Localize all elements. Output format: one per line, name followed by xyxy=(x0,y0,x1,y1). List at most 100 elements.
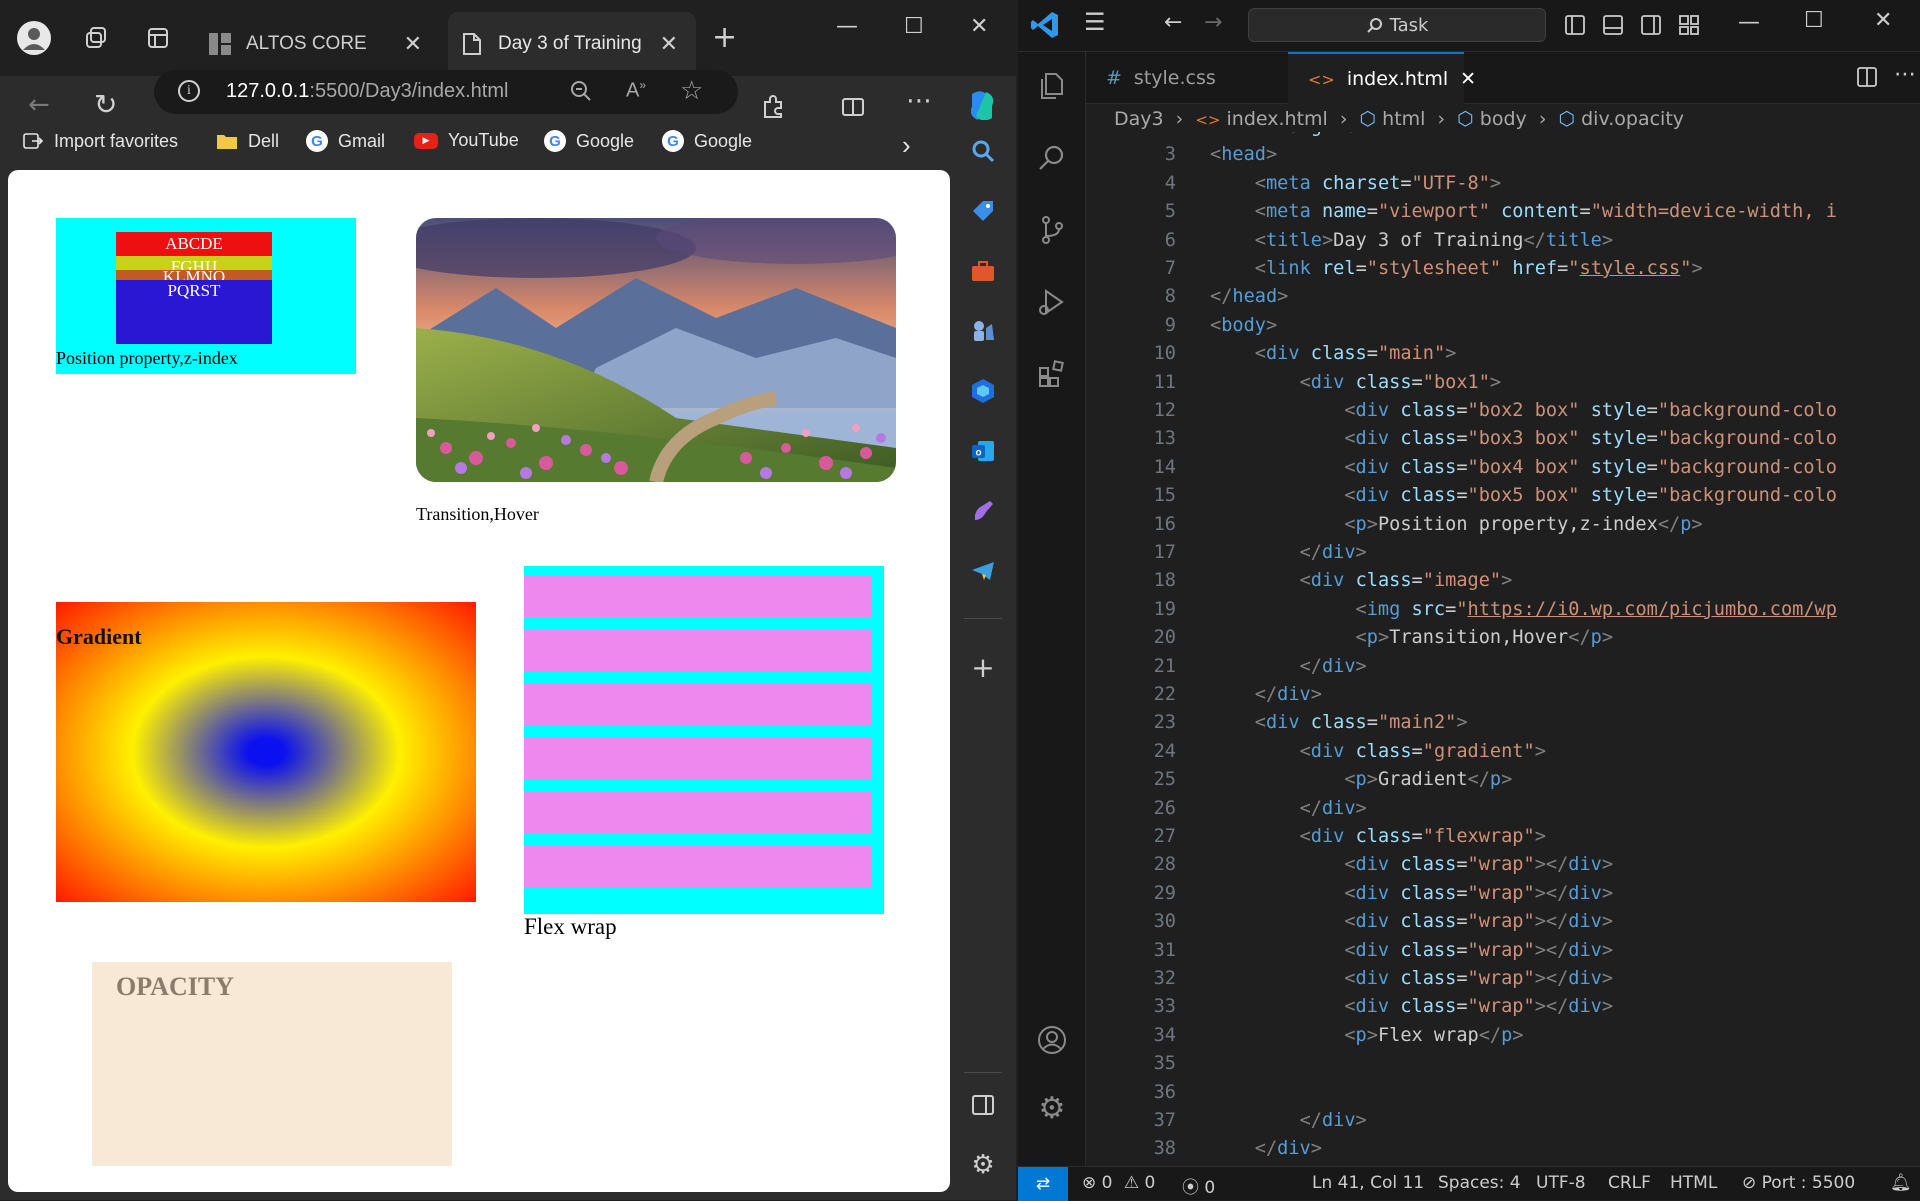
favorite-star-icon[interactable]: ☆ xyxy=(680,76,703,106)
code-line[interactable]: <div class="box3 box" style="background-… xyxy=(1210,428,1837,449)
code-line[interactable]: <div class="gradient"> xyxy=(1210,741,1546,762)
nav-back-icon[interactable]: ← xyxy=(1164,10,1182,35)
extensions-icon[interactable] xyxy=(760,94,786,124)
source-control-icon[interactable] xyxy=(1032,210,1072,250)
tab-day3-training[interactable]: Day 3 of Training ✕ xyxy=(448,12,696,76)
language-mode[interactable]: HTML xyxy=(1670,1173,1717,1193)
zoom-icon[interactable] xyxy=(568,78,594,108)
vscode-maximize-icon[interactable]: ☐ xyxy=(1804,8,1824,33)
landscape-image[interactable] xyxy=(416,218,896,482)
problems-indicator[interactable]: ⊗ 0 ⚠ 0 xyxy=(1082,1173,1155,1193)
encoding[interactable]: UTF-8 xyxy=(1536,1173,1586,1193)
live-server-port[interactable]: ⊘ Port : 5500 xyxy=(1742,1173,1855,1193)
remote-indicator-icon[interactable]: ⇄ xyxy=(1018,1167,1068,1201)
split-editor-icon[interactable] xyxy=(1856,66,1878,92)
close-editor-tab-icon[interactable]: ✕ xyxy=(1460,68,1476,90)
run-debug-icon[interactable] xyxy=(1032,282,1072,322)
code-line[interactable]: <div class="wrap"></div> xyxy=(1210,911,1613,932)
code-line[interactable]: <p>Transition,Hover</p> xyxy=(1210,627,1614,648)
chevron-right-icon[interactable]: › xyxy=(902,130,911,161)
maximize-icon[interactable]: ☐ xyxy=(904,14,924,39)
manage-settings-icon[interactable]: ⚙ xyxy=(1032,1088,1072,1128)
vscode-close-icon[interactable]: ✕ xyxy=(1874,8,1892,33)
site-info-icon[interactable]: i xyxy=(178,80,200,102)
code-line[interactable]: </div> xyxy=(1210,798,1367,819)
fav-gmail[interactable]: G Gmail xyxy=(306,130,385,152)
code-line[interactable]: <div class="image"> xyxy=(1210,570,1513,591)
code-editor[interactable]: 2 <html lang="en"> 3 <head> 4 <meta charset=… xyxy=(1086,132,1852,1164)
cursor-position[interactable]: Ln 41, Col 11 xyxy=(1312,1173,1424,1193)
explorer-icon[interactable] xyxy=(1032,66,1072,106)
indentation[interactable]: Spaces: 4 xyxy=(1438,1173,1521,1193)
profile-avatar-icon[interactable] xyxy=(16,18,52,58)
search-panel-icon[interactable] xyxy=(1032,138,1072,178)
nav-forward-icon[interactable]: → xyxy=(1204,10,1222,35)
toggle-panel-icon[interactable] xyxy=(1602,14,1624,40)
code-line[interactable]: <div class="main2"> xyxy=(1210,712,1468,733)
refresh-icon[interactable]: ↻ xyxy=(94,88,117,121)
toggle-secondary-sidebar-icon[interactable] xyxy=(1640,14,1662,40)
toggle-primary-sidebar-icon[interactable] xyxy=(1564,14,1586,40)
fav-import-favorites[interactable]: Import favorites xyxy=(22,130,178,152)
new-tab-icon[interactable]: + xyxy=(712,20,737,55)
code-line[interactable]: <div class="wrap"></div> xyxy=(1210,940,1613,961)
breadcrumb-folder[interactable]: Day3 xyxy=(1114,108,1164,130)
more-options-icon[interactable]: ⋯ xyxy=(906,86,932,116)
ports-indicator[interactable]: ⦿ 0 xyxy=(1182,1173,1215,1198)
minimize-icon[interactable]: — xyxy=(836,14,858,39)
close-tab-icon[interactable]: ✕ xyxy=(660,31,678,57)
tab-altos-core[interactable]: ALTOS CORE ✕ xyxy=(196,12,440,76)
code-line[interactable]: <div class="box1"> xyxy=(1210,372,1502,393)
read-aloud-icon[interactable]: A» xyxy=(626,78,646,103)
line-endings[interactable]: CRLF xyxy=(1608,1173,1651,1193)
code-line[interactable]: </head> xyxy=(1210,286,1288,307)
code-line[interactable]: <p>Flex wrap</p> xyxy=(1210,1025,1523,1046)
telegram-icon[interactable] xyxy=(966,554,1000,588)
code-line[interactable]: <meta charset="UTF-8"> xyxy=(1210,173,1501,194)
code-line[interactable]: <div class="wrap"></div> xyxy=(1210,883,1613,904)
code-line[interactable]: </div> xyxy=(1210,542,1367,563)
close-tab-icon[interactable]: ✕ xyxy=(404,31,422,57)
code-line[interactable]: <link rel="stylesheet" href="style.css"> xyxy=(1210,258,1703,279)
fav-google-2[interactable]: G Google xyxy=(662,130,752,152)
code-line[interactable]: <div class="flexwrap"> xyxy=(1210,826,1546,847)
copilot-sidebar-icon[interactable] xyxy=(966,374,1000,408)
games-icon[interactable] xyxy=(966,314,1000,348)
vscode-minimize-icon[interactable]: — xyxy=(1738,10,1760,35)
accounts-icon[interactable] xyxy=(1032,1020,1072,1060)
breadcrumb-html[interactable]: html xyxy=(1382,108,1425,130)
tab-index-html[interactable]: <> index.html ✕ xyxy=(1288,52,1476,104)
tab-actions-icon[interactable] xyxy=(140,18,176,58)
editor-more-icon[interactable]: ⋯ xyxy=(1894,62,1916,87)
customize-layout-icon[interactable] xyxy=(1678,14,1700,40)
code-line[interactable]: <title>Day 3 of Training</title> xyxy=(1210,230,1613,251)
fav-youtube[interactable]: ▶ YouTube xyxy=(414,130,519,151)
back-icon[interactable]: ← xyxy=(28,90,50,120)
code-line[interactable]: <div class="box5 box" style="background-… xyxy=(1210,485,1837,506)
tab-style-css[interactable]: # style.css xyxy=(1086,52,1264,104)
extensions-panel-icon[interactable] xyxy=(1032,354,1072,394)
code-line[interactable]: </div> xyxy=(1210,1138,1322,1159)
code-line[interactable]: <body> xyxy=(1210,315,1277,336)
command-center-search[interactable]: Task xyxy=(1248,8,1546,42)
search-icon[interactable] xyxy=(966,134,1000,168)
code-line[interactable]: <div class="wrap"></div> xyxy=(1210,854,1613,875)
code-line[interactable]: <html lang="en"> xyxy=(1210,132,1389,137)
code-line[interactable]: </div> xyxy=(1210,1110,1367,1131)
code-line[interactable]: <div class="box4 box" style="background-… xyxy=(1210,457,1837,478)
code-line[interactable]: </div> xyxy=(1210,684,1322,705)
add-sidebar-app-icon[interactable]: + xyxy=(966,650,1000,684)
code-line[interactable]: <div class="main"> xyxy=(1210,343,1457,364)
address-bar[interactable]: i 127.0.0.1:5500/Day3/index.html A» ☆ xyxy=(154,70,738,114)
workspaces-icon[interactable] xyxy=(78,18,114,58)
code-line[interactable]: <div class="wrap"></div> xyxy=(1210,996,1613,1017)
sidebar-settings-icon[interactable]: ⚙ xyxy=(966,1148,1000,1182)
menu-icon[interactable]: ☰ xyxy=(1084,8,1106,36)
breadcrumb-body[interactable]: body xyxy=(1480,108,1527,130)
fav-google-1[interactable]: G Google xyxy=(544,130,634,152)
breadcrumb-file[interactable]: index.html xyxy=(1227,108,1328,130)
fav-dell[interactable]: Dell xyxy=(216,130,279,152)
notifications-bell-icon[interactable]: 🔔︎ xyxy=(1890,1173,1912,1193)
close-window-icon[interactable]: ✕ xyxy=(970,14,988,39)
shopping-tag-icon[interactable] xyxy=(966,194,1000,228)
